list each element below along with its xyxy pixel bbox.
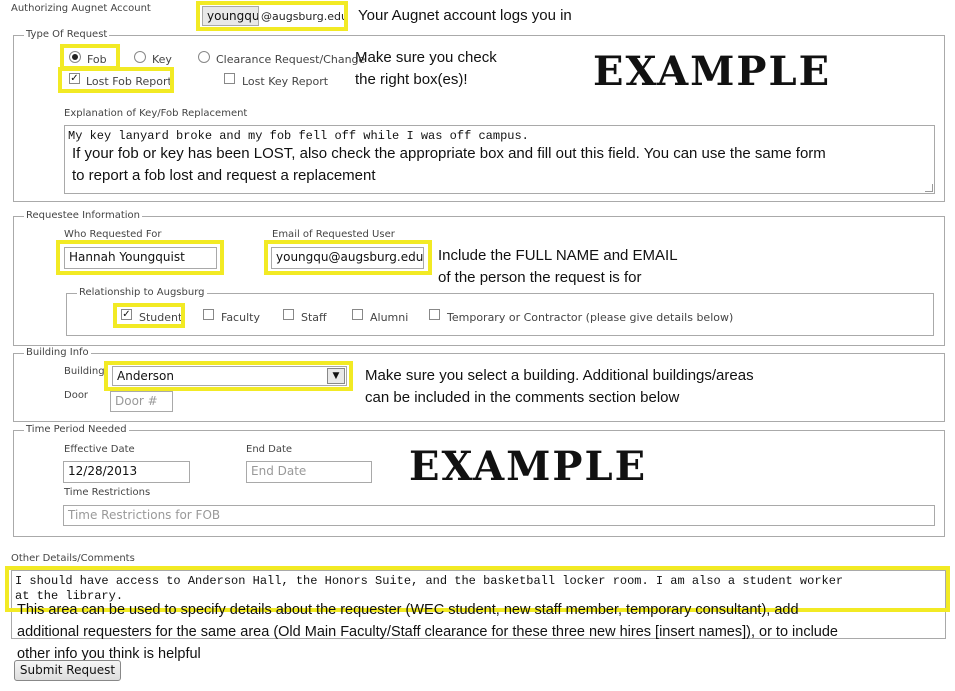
comments-note-2: additional requesters for the same area … [17, 624, 838, 640]
account-note: Your Augnet account logs you in [358, 7, 572, 24]
resize-handle-icon[interactable] [925, 184, 933, 192]
explanation-note-1: If your fob or key has been LOST, also c… [72, 145, 826, 162]
temporary-checkbox[interactable] [429, 309, 440, 320]
staff-checkbox[interactable] [283, 309, 294, 320]
temporary-label: Temporary or Contractor (please give det… [447, 311, 734, 324]
clearance-label: Clearance Request/Change [216, 53, 366, 66]
explanation-label: Explanation of Key/Fob Replacement [64, 108, 248, 119]
account-highlight [196, 1, 348, 31]
alumni-checkbox[interactable] [352, 309, 363, 320]
faculty-checkbox[interactable] [203, 309, 214, 320]
faculty-label: Faculty [221, 311, 260, 324]
email-label: Email of Requested User [272, 229, 395, 240]
requested-for-label: Who Requested For [64, 229, 162, 240]
staff-label: Staff [301, 311, 327, 324]
comments-note-1: This area can be used to specify details… [17, 602, 799, 618]
email-highlight [264, 240, 432, 275]
clearance-radio[interactable] [198, 51, 210, 63]
request-type-note-2: the right box(es)! [355, 71, 468, 88]
end-date-field[interactable]: End Date [246, 461, 372, 483]
submit-request-button[interactable]: Submit Request [14, 660, 121, 681]
time-restrictions-label: Time Restrictions [64, 487, 151, 498]
building-note-2: can be included in the comments section … [365, 389, 680, 406]
explanation-note-2: to report a fob lost and request a repla… [72, 167, 376, 184]
key-radio[interactable] [134, 51, 146, 63]
door-label: Door [64, 390, 89, 401]
account-label: Authorizing Augnet Account [11, 3, 151, 14]
building-label: Building [64, 366, 105, 377]
relationship-legend: Relationship to Augsburg [77, 287, 207, 298]
building-highlight [104, 361, 353, 391]
example-watermark-top: EXAMPLE [593, 48, 832, 95]
door-field[interactable]: Door # [110, 391, 173, 412]
request-type-note-1: Make sure you check [355, 49, 497, 66]
lost-fob-highlight [58, 67, 174, 93]
lost-key-checkbox[interactable] [224, 73, 235, 84]
comments-label: Other Details/Comments [11, 553, 135, 564]
request-type-legend: Type Of Request [24, 29, 110, 40]
end-date-label: End Date [246, 444, 293, 455]
requestee-legend: Requestee Information [24, 210, 142, 221]
building-legend: Building Info [24, 347, 91, 358]
key-label: Key [152, 53, 172, 66]
time-period-legend: Time Period Needed [24, 424, 129, 435]
explanation-value: My key lanyard broke and my fob fell off… [68, 129, 529, 143]
effective-date-label: Effective Date [64, 444, 135, 455]
student-highlight [113, 303, 185, 328]
requestee-note-2: of the person the request is for [438, 269, 642, 286]
requestee-note-1: Include the FULL NAME and EMAIL [438, 247, 678, 264]
time-restrictions-field[interactable]: Time Restrictions for FOB [63, 505, 935, 526]
lost-key-label: Lost Key Report [242, 75, 329, 88]
building-note-1: Make sure you select a building. Additio… [365, 367, 754, 384]
effective-date-field[interactable]: 12/28/2013 [63, 461, 190, 483]
alumni-label: Alumni [370, 311, 409, 324]
example-watermark-bottom: EXAMPLE [409, 443, 648, 490]
requested-for-highlight [56, 240, 224, 275]
